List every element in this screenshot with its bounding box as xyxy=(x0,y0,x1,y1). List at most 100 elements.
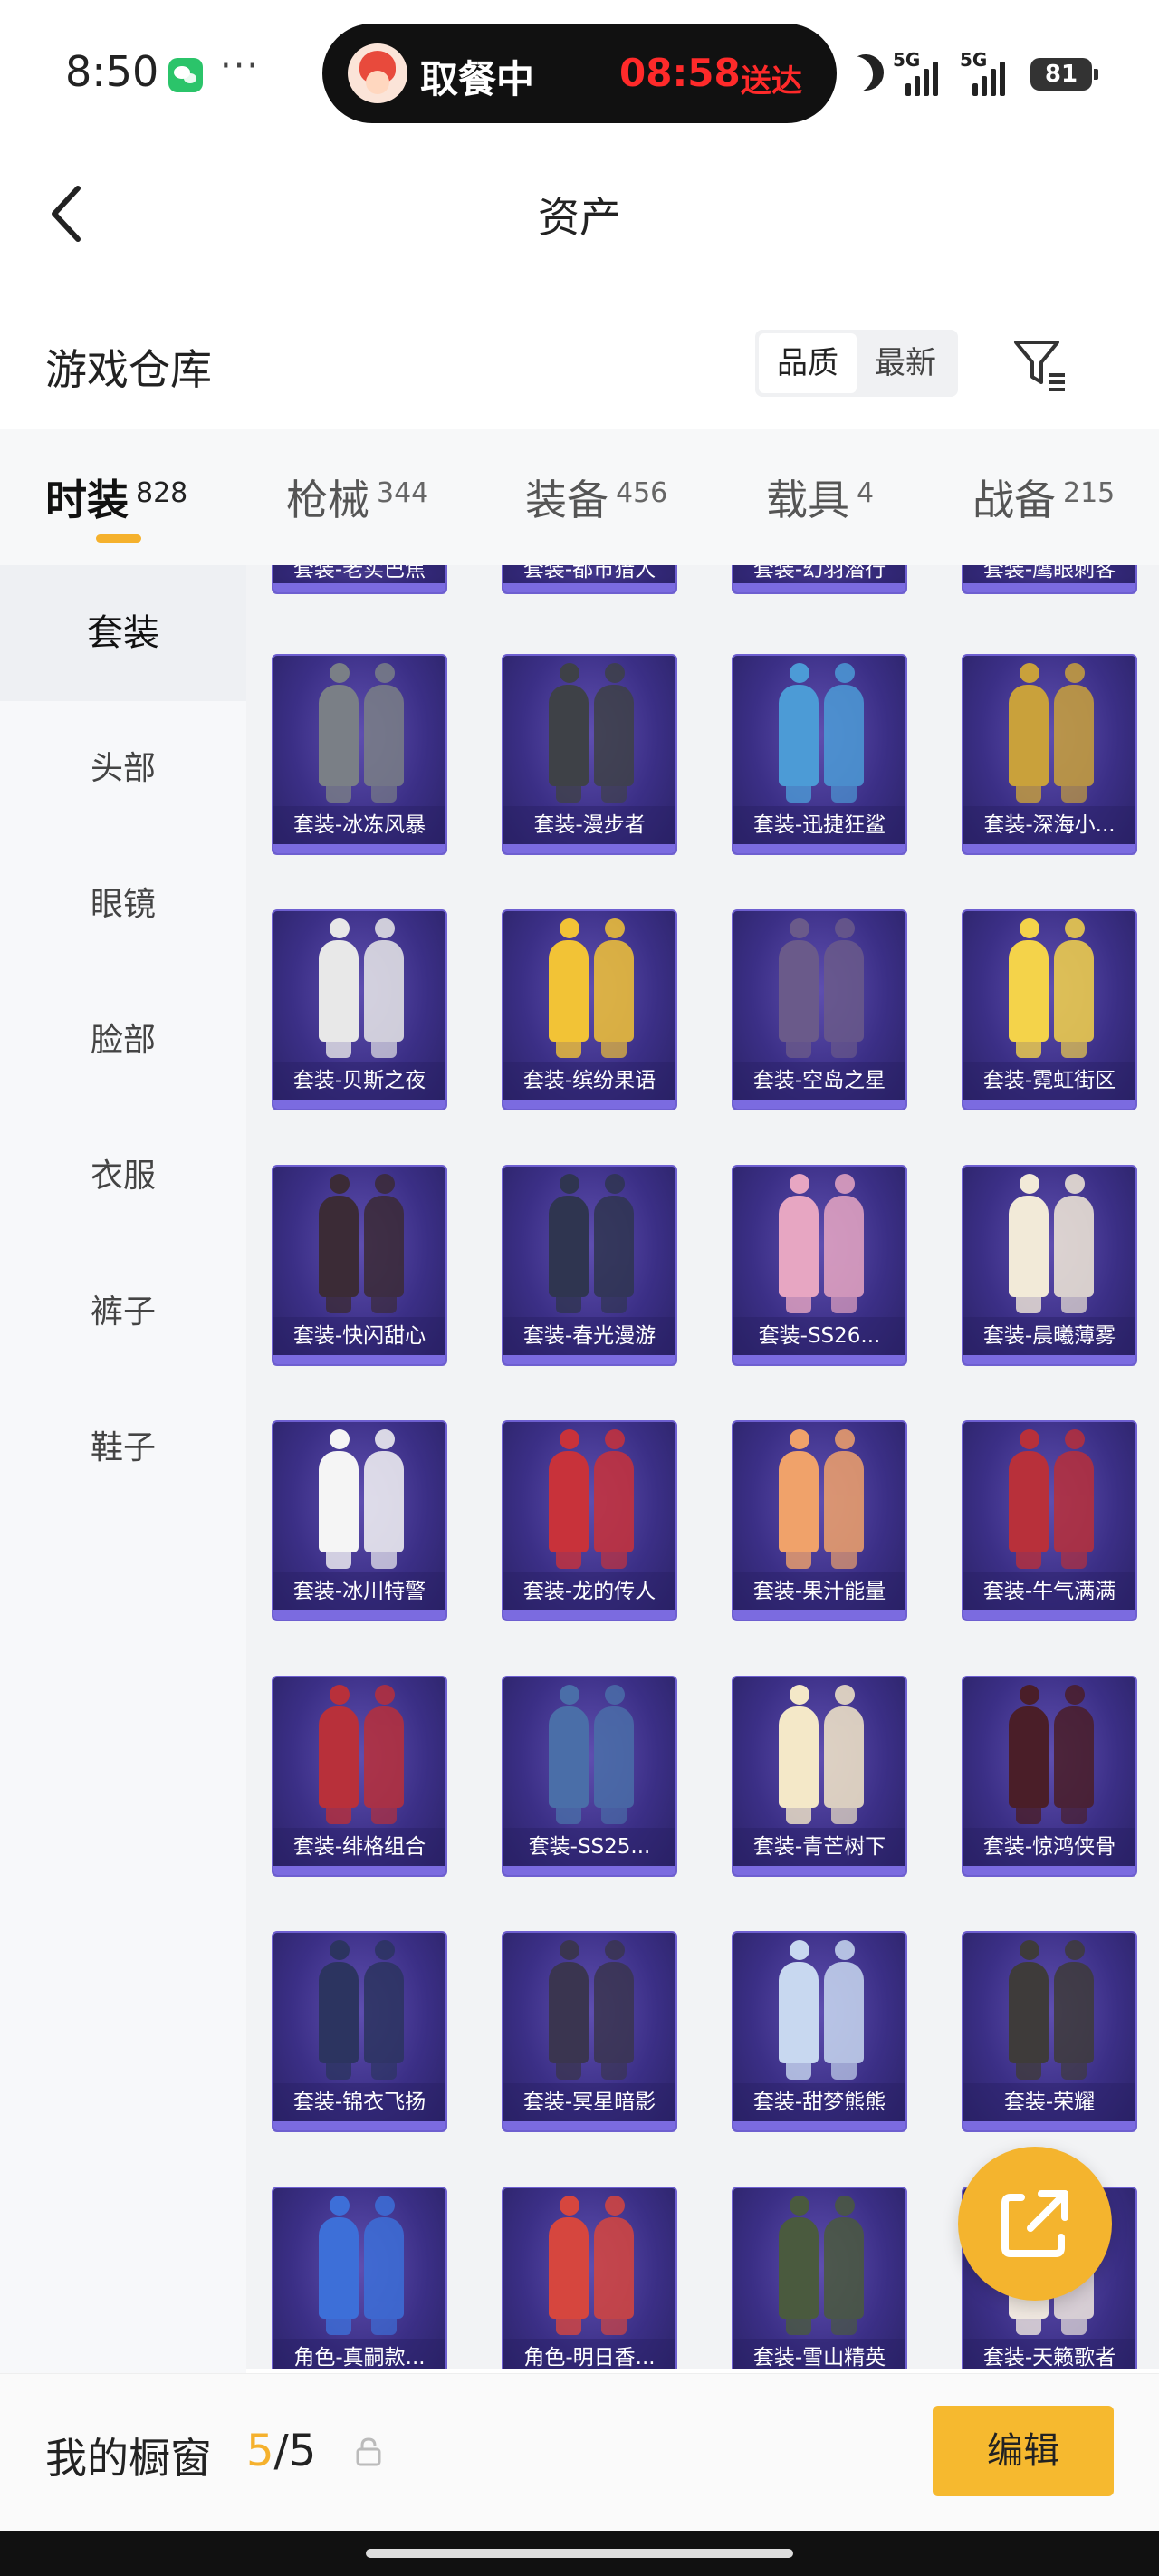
tab-equipment[interactable]: 装备 456 xyxy=(525,467,668,524)
outfit-figure-icon xyxy=(319,1174,359,1313)
grid-item-card[interactable]: 套装-青芒树下 xyxy=(732,1676,907,1877)
home-indicator[interactable] xyxy=(366,2549,793,2558)
grid-item-card[interactable]: 套装-果汁能量 xyxy=(732,1420,907,1621)
sidebar-item-shoes[interactable]: 鞋子 xyxy=(0,1380,246,1516)
grid-item-card[interactable]: 角色-真嗣款... xyxy=(272,2187,447,2369)
outfit-figure-icon xyxy=(319,2196,359,2335)
grid-item-card[interactable]: 套装-快闪甜心 xyxy=(272,1165,447,1366)
grid-item-card[interactable]: 套装-甜梦熊熊 xyxy=(732,1931,907,2132)
grid-item-card[interactable]: 套装-鹰眼刺客 xyxy=(962,565,1137,594)
tab-count: 344 xyxy=(377,477,429,509)
tab-fashion[interactable]: 时装 828 xyxy=(45,467,187,524)
sidebar-item-pants[interactable]: 裤子 xyxy=(0,1245,246,1380)
grid-item-card[interactable]: 套装-缤纷果语 xyxy=(502,909,677,1110)
item-grid: 套装-老实巴焦 套装-都市猎人 套装-幻羽潜行 套装-鹰眼刺客套装-冰冻风暴 套装-漫步… xyxy=(246,565,1159,2369)
tab-count: 456 xyxy=(616,477,668,509)
sort-by-newest-button[interactable]: 最新 xyxy=(857,333,954,393)
grid-item-card[interactable]: 套装-迅捷狂鲨 xyxy=(732,654,907,855)
grid-item-card[interactable]: 套装-幻羽潜行 xyxy=(732,565,907,594)
page-title: 资产 xyxy=(538,193,621,242)
grid-item-card[interactable]: 套装-荣耀 xyxy=(962,1931,1137,2132)
grid-item-label: 套装-迅捷狂鲨 xyxy=(733,806,905,844)
grid-item-label: 套装-绯格组合 xyxy=(273,1828,445,1866)
more-dots-icon: ··· xyxy=(220,45,261,87)
outfit-figure-icon xyxy=(594,918,634,1058)
outfit-figure-icon xyxy=(824,1429,864,1569)
sidebar-item-clothes[interactable]: 衣服 xyxy=(0,1109,246,1245)
wechat-icon xyxy=(168,58,203,92)
grid-item-card[interactable]: 套装-冥星暗影 xyxy=(502,1931,677,2132)
battery-level: 81 xyxy=(1044,61,1078,88)
showcase-count: 5/5 xyxy=(246,2426,316,2476)
outfit-figure-icon xyxy=(319,1685,359,1824)
courier-avatar-icon xyxy=(348,43,407,103)
rarity-strip xyxy=(273,583,445,592)
section-title: 游戏仓库 xyxy=(45,345,212,394)
outfit-figure-icon xyxy=(824,918,864,1058)
grid-item-card[interactable]: 角色-明日香... xyxy=(502,2187,677,2369)
rarity-strip xyxy=(733,1355,905,1364)
grid-item-card[interactable]: 套装-霓虹街区 xyxy=(962,909,1137,1110)
delivery-eta-label: 送达 xyxy=(741,63,802,100)
rarity-strip xyxy=(733,1866,905,1875)
sidebar-item-head[interactable]: 头部 xyxy=(0,701,246,837)
tab-vehicles[interactable]: 载具 4 xyxy=(766,467,874,524)
outfit-figure-icon xyxy=(319,1429,359,1569)
grid-item-card[interactable]: 套装-SS25... xyxy=(502,1676,677,1877)
tab-label: 装备 xyxy=(525,476,608,524)
filter-icon[interactable] xyxy=(1011,335,1070,395)
outfit-figure-icon xyxy=(824,1940,864,2080)
grid-item-label: 套装-快闪甜心 xyxy=(273,1317,445,1355)
grid-item-card[interactable]: 套装-冰冻风暴 xyxy=(272,654,447,855)
grid-item-card[interactable]: 套装-雪山精英 xyxy=(732,2187,907,2369)
grid-item-card[interactable]: 套装-晨曦薄雾 xyxy=(962,1165,1137,1366)
rarity-strip xyxy=(733,1610,905,1620)
showcase-current: 5 xyxy=(246,2426,274,2476)
edit-showcase-button[interactable]: 编辑 xyxy=(933,2406,1114,2496)
sidebar-item-face[interactable]: 脸部 xyxy=(0,973,246,1109)
rarity-strip xyxy=(963,1355,1135,1364)
external-share-button[interactable] xyxy=(958,2147,1112,2301)
grid-item-card[interactable]: 套装-贝斯之夜 xyxy=(272,909,447,1110)
rarity-strip xyxy=(503,1610,675,1620)
grid-item-card[interactable]: 套装-空岛之星 xyxy=(732,909,907,1110)
sidebar-item-glasses[interactable]: 眼镜 xyxy=(0,837,246,973)
grid-item-card[interactable]: 套装-都市猎人 xyxy=(502,565,677,594)
active-tab-indicator xyxy=(96,534,141,543)
outfit-figure-icon xyxy=(1009,1429,1049,1569)
rarity-strip xyxy=(273,1866,445,1875)
showcase-label: 我的橱窗 xyxy=(45,2434,212,2483)
rarity-strip xyxy=(733,2121,905,2130)
tab-label: 载具 xyxy=(766,476,849,524)
rarity-strip xyxy=(733,1100,905,1109)
grid-item-card[interactable]: 套装-老实巴焦 xyxy=(272,565,447,594)
tab-label: 战备 xyxy=(972,476,1056,524)
grid-item-label: 套装-空岛之星 xyxy=(733,1062,905,1100)
tab-battle-gear[interactable]: 战备 215 xyxy=(972,467,1115,524)
outfit-figure-icon xyxy=(364,918,404,1058)
grid-item-card[interactable]: 套装-龙的传人 xyxy=(502,1420,677,1621)
grid-item-label: 套装-天籁歌者 xyxy=(963,2339,1135,2369)
grid-item-label: 套装-青芒树下 xyxy=(733,1828,905,1866)
grid-item-card[interactable]: 套装-深海小... xyxy=(962,654,1137,855)
grid-item-card[interactable]: 套装-漫步者 xyxy=(502,654,677,855)
grid-item-card[interactable]: 套装-牛气满满 xyxy=(962,1420,1137,1621)
grid-item-card[interactable]: 套装-惊鸿侠骨 xyxy=(962,1676,1137,1877)
grid-item-card[interactable]: 套装-锦衣飞扬 xyxy=(272,1931,447,2132)
rarity-strip xyxy=(963,1610,1135,1620)
rarity-strip xyxy=(963,844,1135,853)
sidebar-item-suits[interactable]: 套装 xyxy=(0,565,246,701)
rarity-strip xyxy=(503,2121,675,2130)
outfit-figure-icon xyxy=(319,1940,359,2080)
outfit-figure-icon xyxy=(1054,1429,1094,1569)
grid-item-card[interactable]: 套装-绯格组合 xyxy=(272,1676,447,1877)
sort-by-quality-button[interactable]: 品质 xyxy=(759,333,857,393)
grid-item-card[interactable]: 套装-冰川特警 xyxy=(272,1420,447,1621)
rarity-strip xyxy=(963,2121,1135,2130)
outfit-figure-icon xyxy=(364,1429,404,1569)
grid-item-card[interactable]: 套装-春光漫游 xyxy=(502,1165,677,1366)
tab-label: 时装 xyxy=(45,476,129,524)
outfit-figure-icon xyxy=(1009,918,1049,1058)
tab-firearms[interactable]: 枪械 344 xyxy=(286,467,429,524)
grid-item-card[interactable]: 套装-SS26... xyxy=(732,1165,907,1366)
